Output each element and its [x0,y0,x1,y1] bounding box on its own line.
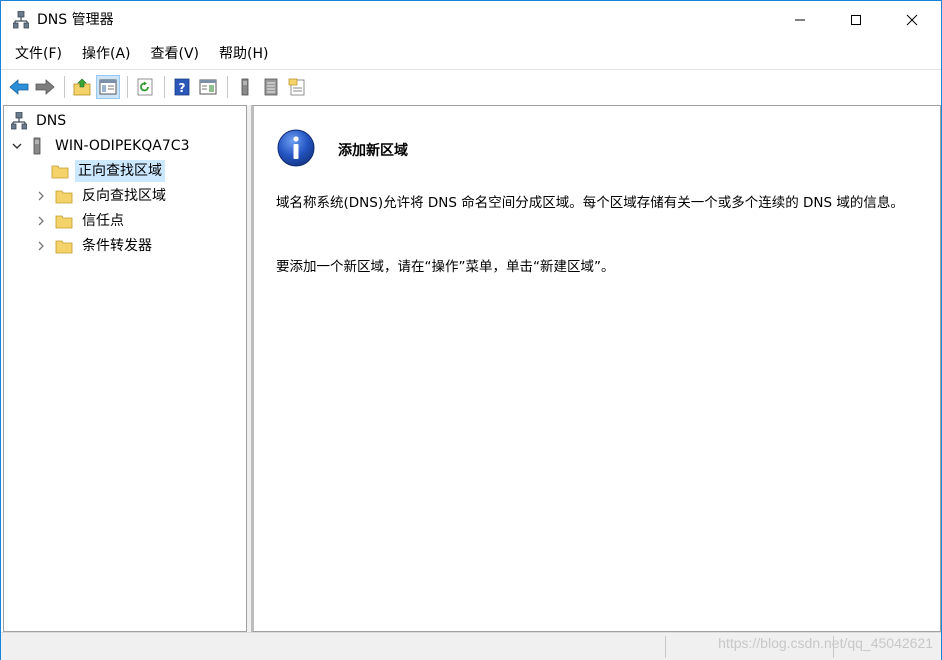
toolbar: ? [1,69,941,103]
action-pane-icon [199,79,217,94]
toolbar-separator [64,75,65,98]
show-hide-console-tree-button[interactable] [96,74,120,99]
refresh-button[interactable] [133,75,157,99]
back-button[interactable] [7,75,31,99]
toolbar-separator [127,75,128,98]
folder-icon [54,212,74,230]
menu-help[interactable]: 帮助(H) [209,39,278,69]
tree-item-label: 信任点 [82,213,124,229]
server-icon [241,78,249,95]
up-one-level-button[interactable] [70,75,94,99]
dns-icon [10,112,28,130]
menu-action[interactable]: 操作(A) [72,39,141,69]
maximize-button[interactable] [833,1,879,39]
tree-item-reverse-lookup-zones[interactable]: 反向查找区域 [34,184,169,208]
console-tree[interactable]: DNS WIN-ODIPEKQA7C3 正向查找区域 反向查找区域 信任点 条件… [3,105,247,632]
back-icon [9,78,29,95]
tree-item-dns-root[interactable]: DNS [10,109,69,133]
svg-text:?: ? [179,81,186,95]
list-icon [264,78,278,95]
tree-item-trust-points[interactable]: 信任点 [34,209,127,233]
properties-button[interactable] [285,75,309,99]
folder-icon [54,187,74,205]
server-button[interactable] [233,75,257,99]
show-action-pane-button[interactable] [196,75,220,99]
tree-item-forward-lookup-zones[interactable]: 正向查找区域 [30,159,165,183]
chevron-right-icon[interactable] [34,239,48,253]
watermark-text: https://blog.csdn.net/qq_45042621 [718,635,933,651]
close-button[interactable] [889,1,935,39]
close-icon [906,14,918,26]
tree-item-label: 正向查找区域 [75,160,165,182]
minimize-icon [795,19,805,21]
status-bar: https://blog.csdn.net/qq_45042621 [1,632,941,660]
forward-icon [35,78,55,95]
menu-file[interactable]: 文件(F) [5,39,72,69]
tree-item-label: 条件转发器 [82,238,152,254]
tree-item-label: DNS [36,113,67,129]
chevron-right-icon[interactable] [34,214,48,228]
help-button[interactable]: ? [170,75,194,99]
tree-item-server[interactable]: WIN-ODIPEKQA7C3 [10,134,192,158]
refresh-icon [137,78,153,95]
minimize-button[interactable] [777,1,823,39]
toolbar-separator [164,75,165,98]
description-paragraph: 域名称系统(DNS)允许将 DNS 命名空间分成区域。每个区域存储有关一个或多个… [276,195,904,211]
menu-bar: 文件(F) 操作(A) 查看(V) 帮助(H) [1,39,941,69]
tree-item-label: 反向查找区域 [82,188,166,204]
folder-icon [50,162,70,180]
help-icon: ? [174,78,190,95]
toolbar-separator [227,75,228,98]
chevron-right-icon[interactable] [34,189,48,203]
status-separator [665,636,666,658]
details-pane: 添加新区域 域名称系统(DNS)允许将 DNS 命名空间分成区域。每个区域存储有… [251,105,941,632]
menu-view[interactable]: 查看(V) [141,39,210,69]
server-icon [30,137,44,155]
forward-button[interactable] [33,75,57,99]
dns-manager-window: DNS 管理器 文件(F) 操作(A) 查看(V) 帮助(H) ? DNS WI… [0,0,942,660]
chevron-down-icon[interactable] [10,139,24,153]
instruction-paragraph: 要添加一个新区域，请在“操作”菜单，单击“新建区域”。 [276,259,615,275]
title-bar[interactable]: DNS 管理器 [1,1,941,39]
tree-item-label: WIN-ODIPEKQA7C3 [55,138,190,154]
tree-item-conditional-forwarders[interactable]: 条件转发器 [34,234,155,258]
folder-icon [54,237,74,255]
up-folder-icon [73,78,91,95]
properties-icon [288,78,305,95]
list-view-button[interactable] [259,75,283,99]
dns-app-icon [12,10,30,29]
maximize-icon [851,15,861,25]
content-title: 添加新区域 [338,143,408,159]
window-title: DNS 管理器 [37,12,114,28]
show-hide-tree-icon [99,79,117,94]
info-icon [276,128,316,168]
